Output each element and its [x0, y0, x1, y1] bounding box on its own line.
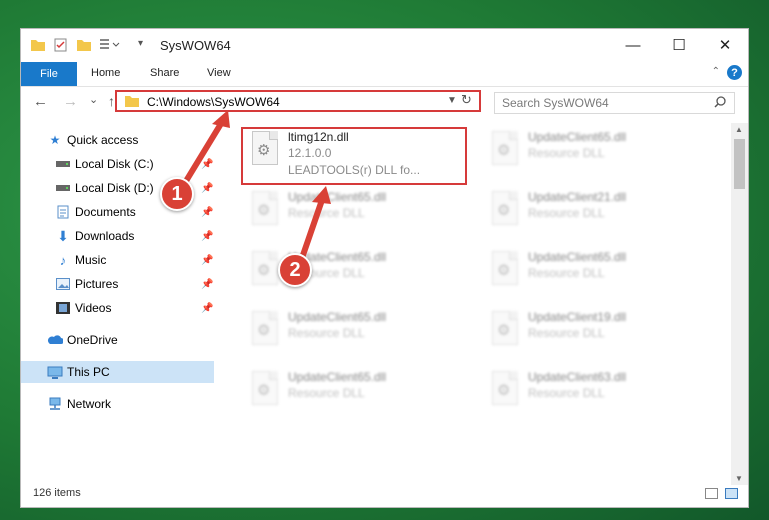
arrow-2 — [299, 197, 325, 261]
annotation-arrows — [180, 110, 331, 261]
arrow-1-head — [212, 110, 230, 128]
arrow-2-head — [312, 186, 331, 204]
arrow-1 — [180, 119, 225, 189]
step-badge-1: 1 — [160, 177, 194, 211]
step-badge-2: 2 — [278, 253, 312, 287]
